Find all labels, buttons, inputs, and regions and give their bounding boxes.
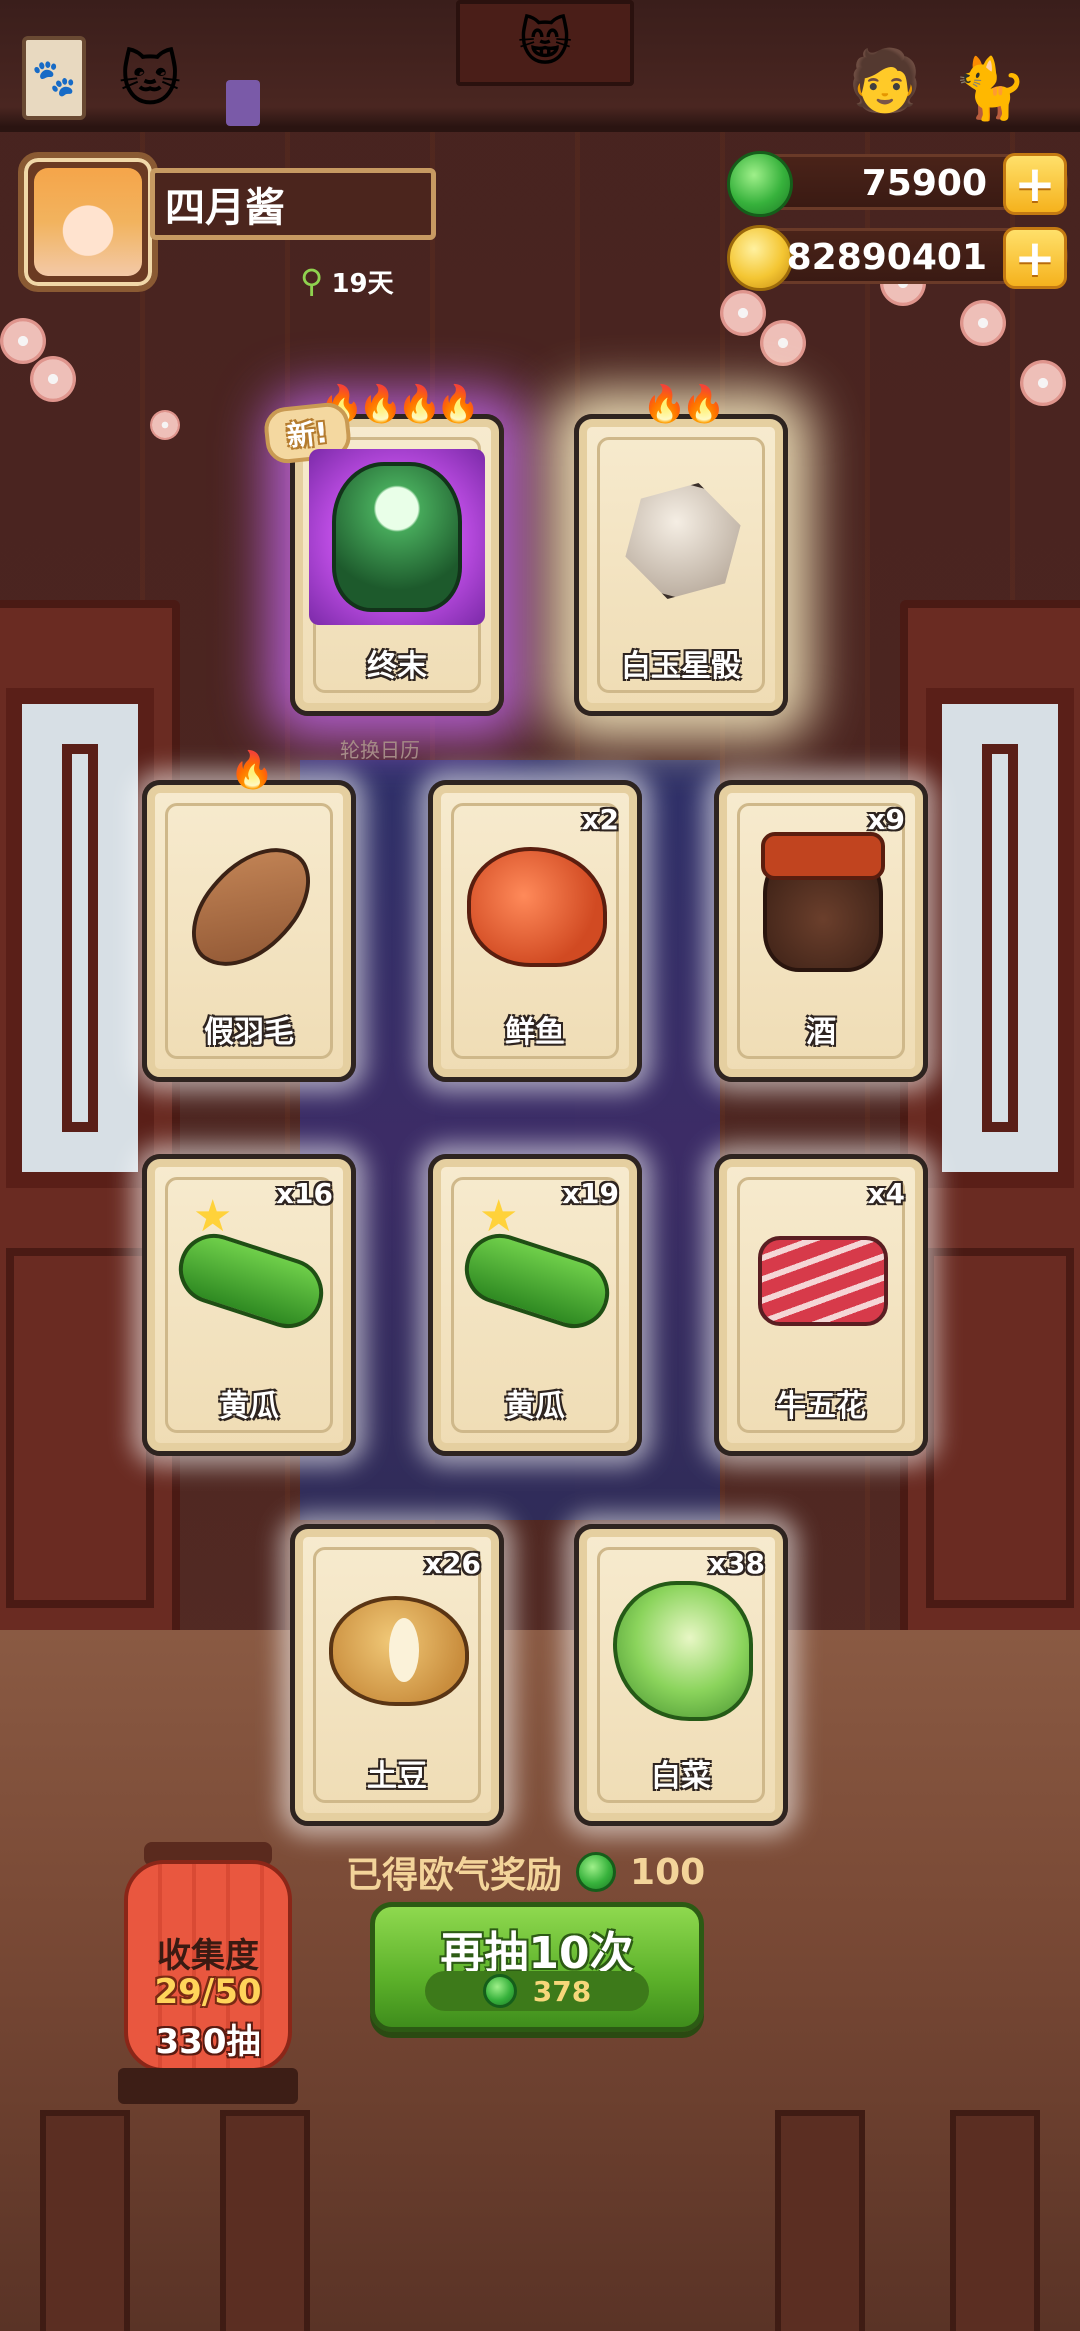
card-quantity: x19 (561, 1177, 619, 1210)
item-image (609, 467, 757, 615)
background-rail (950, 2110, 1040, 2331)
jade-currency-icon (482, 1974, 517, 2008)
item-image (309, 449, 485, 625)
card-label: 假羽毛 (204, 1015, 294, 1050)
draw-again-button[interactable]: 再抽10次 378 (370, 1902, 704, 2032)
player-name-bar[interactable]: 四月酱 (150, 168, 436, 240)
card-quantity: x16 (275, 1177, 333, 1210)
blossom-decoration (1020, 360, 1066, 406)
item-image (749, 832, 897, 981)
reward-card[interactable]: x9 酒 (714, 780, 928, 1082)
fish-icon (467, 847, 607, 967)
item-image (169, 1207, 333, 1355)
coin-amount: 82890401 (786, 237, 987, 278)
card-quantity: x4 (867, 1177, 905, 1210)
gold-coin-icon (727, 225, 793, 291)
draw-cost: 378 (425, 1971, 649, 2011)
player-name: 四月酱 (165, 185, 285, 231)
add-jade-button[interactable]: + (1003, 153, 1067, 215)
flame-rarity-icon: 🔥 (229, 750, 275, 791)
pork-belly-icon (758, 1236, 888, 1326)
card-label: 牛五花 (776, 1389, 866, 1424)
cucumber-icon (169, 1224, 333, 1338)
card-label: 酒 (806, 1015, 836, 1050)
sprout-icon: ⚲ (300, 262, 324, 300)
item-image (463, 833, 611, 981)
reward-card[interactable]: 🔥🔥 白玉星骰 (574, 384, 788, 716)
card-label: 黄瓜 (505, 1389, 565, 1424)
cup-icon (226, 80, 260, 126)
card-label: 土豆 (367, 1759, 427, 1794)
item-image (455, 1207, 619, 1355)
feather-icon (173, 823, 329, 991)
card-label: 鲜鱼 (505, 1015, 565, 1050)
top-shelf: 🐾 🐱 😸 🧑 🐈 (0, 0, 1080, 132)
avatar[interactable] (18, 152, 158, 292)
reward-card[interactable]: x38 白菜 (574, 1524, 788, 1826)
background-rail (775, 2110, 865, 2331)
reward-card[interactable]: x4 牛五花 (714, 1154, 928, 1456)
collection-title: 收集度 (157, 1936, 259, 1976)
jade-currency-icon (576, 1852, 617, 1892)
reward-card[interactable]: x16 黄瓜 (142, 1154, 356, 1456)
cabbage-icon (613, 1581, 753, 1721)
card-label: 终末 (367, 649, 427, 684)
card-quantity: x38 (707, 1547, 765, 1580)
card-quantity: x9 (867, 803, 905, 836)
item-image (609, 1577, 757, 1725)
jade-currency-bar: 75900 + (727, 151, 1068, 217)
collection-lantern-button[interactable]: 收集度 29/50 330抽 (118, 1842, 298, 2104)
character-icon[interactable]: 🧑 (830, 30, 940, 130)
days-text: 19天 (331, 268, 394, 299)
jade-amount: 75900 (861, 163, 987, 204)
reward-card[interactable]: x19 黄瓜 (428, 1154, 642, 1456)
reward-card[interactable]: x26 土豆 (290, 1524, 504, 1826)
blossom-decoration (0, 318, 46, 364)
card-label: 白玉星骰 (621, 649, 741, 684)
portrait-frame-icon[interactable]: 😸 (456, 0, 634, 86)
reward-card[interactable]: x2 鲜鱼 (428, 780, 642, 1082)
cucumber-icon (455, 1224, 619, 1338)
background-rail (220, 2110, 310, 2331)
card-quantity: x26 (423, 1547, 481, 1580)
background-door-right (900, 600, 1080, 1640)
card-label: 白菜 (651, 1759, 711, 1794)
wine-jar-icon (761, 832, 885, 972)
item-image (749, 1207, 897, 1355)
lantern-base (118, 2068, 298, 2104)
luck-reward-value: 100 (630, 1851, 706, 1893)
luck-reward-label: 已得欧气奖励 (346, 1855, 563, 1896)
item-image (173, 823, 329, 991)
collection-progress: 29/50 (154, 1972, 262, 2012)
flame-rarity-icon: 🔥🔥 (642, 384, 726, 425)
reward-card[interactable]: 🔥 假羽毛 (142, 750, 356, 1082)
card-quantity: x2 (581, 803, 619, 836)
background-rail (40, 2110, 130, 2331)
potato-icon (329, 1596, 469, 1706)
draw-cost-value: 378 (532, 1974, 592, 2008)
avatar-face-image (34, 168, 142, 276)
cat-icon[interactable]: 🐱 (90, 30, 210, 130)
coin-currency-bar: 82890401 + (727, 225, 1068, 291)
blossom-decoration (960, 300, 1006, 346)
magic-pot-icon (332, 462, 462, 612)
dice-icon (610, 468, 757, 615)
rotation-calendar-label: 轮换日历 (340, 738, 420, 762)
paw-scroll-icon[interactable]: 🐾 (22, 36, 86, 120)
card-label: 黄瓜 (219, 1389, 279, 1424)
blossom-decoration (760, 320, 806, 366)
blossom-decoration (720, 290, 766, 336)
collection-draws: 330抽 (155, 2022, 261, 2062)
blossom-decoration (30, 356, 76, 402)
reward-card[interactable]: 🔥🔥🔥🔥 新! 终末 (262, 384, 504, 716)
days-counter: ⚲ 19天 (300, 262, 394, 300)
jade-currency-icon (727, 151, 793, 217)
item-image (325, 1577, 473, 1725)
luck-reward-info: 已得欧气奖励 100 (346, 1846, 705, 1898)
add-coin-button[interactable]: + (1003, 227, 1067, 289)
cat-figure-icon[interactable]: 🐈 (940, 46, 1040, 130)
blossom-decoration (150, 410, 180, 440)
